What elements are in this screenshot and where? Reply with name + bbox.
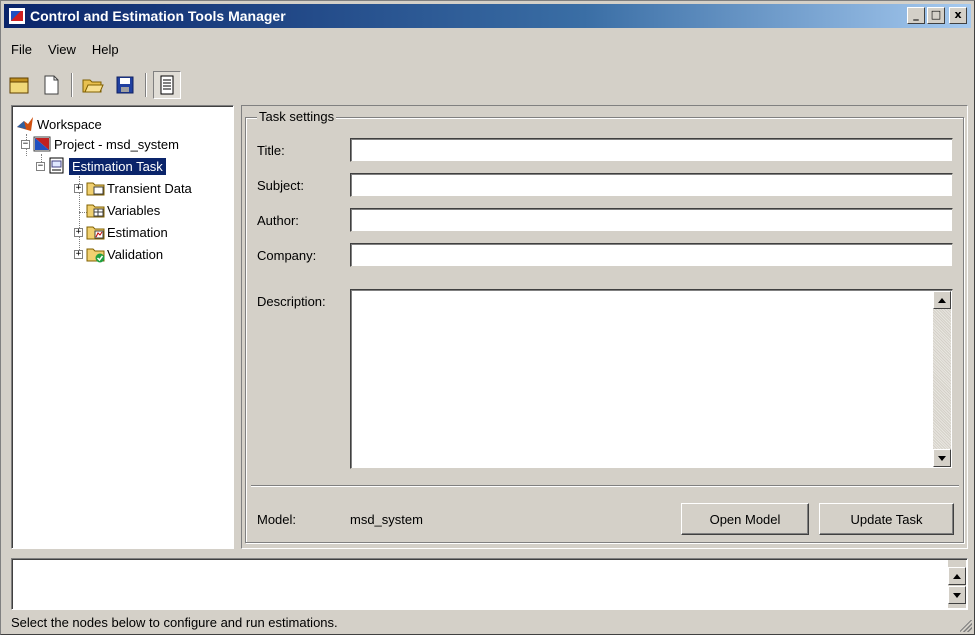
new-project-button[interactable]	[5, 71, 33, 99]
tree-panel[interactable]: Workspace − Project - msd_system − Estim…	[11, 105, 234, 549]
panel-splitter[interactable]	[236, 105, 240, 549]
scroll-down-button[interactable]	[948, 586, 966, 604]
tree-item-transient-data[interactable]: + Transient Data	[74, 178, 192, 198]
author-field[interactable]	[350, 208, 953, 232]
collapse-toggle[interactable]: −	[36, 161, 45, 171]
tree-item-variables[interactable]: Variables	[86, 200, 160, 220]
arrow-up-icon	[938, 297, 946, 303]
close-button[interactable]: x	[949, 7, 967, 24]
scroll-up-button[interactable]	[948, 567, 966, 585]
matlab-icon	[16, 115, 34, 133]
window-title: Control and Estimation Tools Manager	[30, 8, 286, 24]
author-label: Author:	[257, 213, 299, 228]
company-label: Company:	[257, 248, 317, 263]
title-field[interactable]	[350, 138, 953, 162]
tree-item-project[interactable]: − Project - msd_system	[21, 134, 179, 154]
subject-label: Subject:	[257, 178, 304, 193]
project-icon	[33, 135, 51, 153]
expand-toggle[interactable]: +	[74, 183, 83, 193]
arrow-down-icon	[938, 455, 946, 461]
group-title: Task settings	[257, 109, 337, 124]
subject-field[interactable]	[350, 173, 953, 197]
toolbar	[5, 69, 970, 101]
menu-view[interactable]: View	[40, 40, 84, 60]
open-folder-icon	[82, 79, 104, 93]
toolbar-separator-2	[145, 73, 147, 97]
menu-file[interactable]: File	[5, 40, 40, 60]
save-icon	[116, 76, 134, 94]
minimize-button[interactable]: _	[907, 7, 925, 24]
message-scrollbar[interactable]	[948, 560, 966, 608]
new-task-button[interactable]	[37, 71, 65, 99]
tree-item-validation[interactable]: + Validation	[74, 244, 163, 264]
scroll-down-button[interactable]	[933, 449, 951, 467]
app-window: Control and Estimation Tools Manager _ □…	[0, 0, 975, 635]
title-bar[interactable]: Control and Estimation Tools Manager _ □…	[4, 4, 971, 28]
validation-folder-icon	[86, 245, 105, 263]
properties-icon	[160, 75, 174, 95]
description-scrollbar[interactable]	[933, 291, 951, 467]
description-field[interactable]	[350, 289, 953, 469]
model-label: Model:	[257, 512, 297, 527]
collapse-toggle[interactable]: −	[21, 139, 30, 149]
status-bar-text: Select the nodes below to configure and …	[11, 615, 338, 630]
separator	[251, 485, 959, 487]
open-button[interactable]	[79, 71, 107, 99]
menu-bar: File View Help	[5, 40, 127, 60]
tree-item-estimation[interactable]: + Estimation	[74, 222, 168, 242]
message-area[interactable]	[11, 558, 968, 610]
estimation-folder-icon	[86, 223, 105, 241]
scroll-up-button[interactable]	[933, 291, 951, 309]
properties-button[interactable]	[153, 71, 181, 99]
description-label: Description:	[257, 294, 326, 309]
new-project-icon	[9, 77, 29, 94]
expand-toggle[interactable]: +	[74, 249, 83, 259]
company-field[interactable]	[350, 243, 953, 267]
resize-grip[interactable]	[960, 620, 972, 632]
toolbar-separator	[71, 73, 73, 97]
update-task-button[interactable]: Update Task	[819, 503, 954, 535]
menu-help[interactable]: Help	[84, 40, 127, 60]
maximize-button[interactable]: □	[927, 7, 945, 24]
task-icon	[48, 157, 66, 175]
expand-toggle[interactable]: +	[74, 227, 83, 237]
new-task-icon	[44, 75, 59, 95]
title-label: Title:	[257, 143, 285, 158]
data-folder-icon	[86, 179, 105, 197]
tree-item-estimation-task[interactable]: − Estimation Task	[36, 156, 166, 176]
variables-folder-icon	[86, 201, 105, 219]
model-value: msd_system	[350, 512, 423, 527]
arrow-up-icon	[953, 573, 961, 579]
save-button[interactable]	[111, 71, 139, 99]
arrow-down-icon	[953, 592, 961, 598]
open-model-button[interactable]: Open Model	[681, 503, 809, 535]
app-icon	[8, 7, 26, 25]
tree-item-workspace[interactable]: Workspace	[16, 114, 102, 134]
